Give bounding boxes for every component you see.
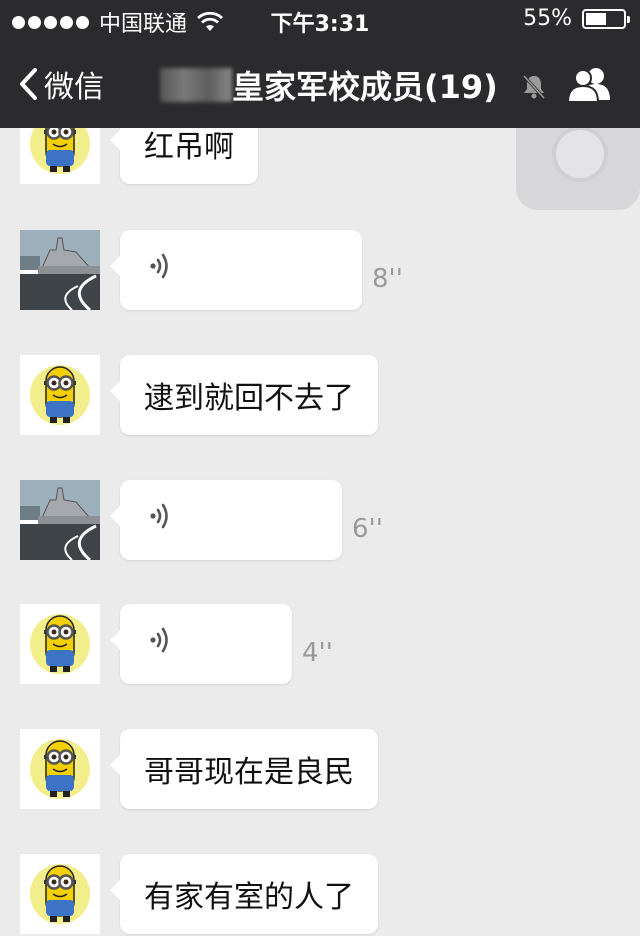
voice-message-bubble[interactable] <box>110 604 292 684</box>
chevron-left-icon <box>20 68 37 100</box>
voice-message-bubble[interactable] <box>110 480 342 560</box>
back-label: 微信 <box>44 70 104 105</box>
battery-status: 55% <box>523 6 630 31</box>
message-text: 红吊啊 <box>144 130 234 165</box>
nav-bar: 微信 皇家军校成员(19) <box>0 42 640 128</box>
voice-duration: 6'' <box>352 514 383 544</box>
avatar-minion[interactable] <box>20 854 100 934</box>
voice-duration: 8'' <box>372 264 403 294</box>
voice-wave-icon <box>148 501 174 539</box>
chat-header: 中国联通 下午3:31 55% 微信 皇家军校成员(19) <box>0 0 640 128</box>
back-button[interactable]: 微信 <box>18 62 104 106</box>
avatar-minion[interactable] <box>20 604 100 684</box>
mute-bell-icon <box>522 74 546 100</box>
battery-icon <box>582 8 630 29</box>
status-bar: 中国联通 下午3:31 55% <box>0 0 640 40</box>
avatar-warship[interactable] <box>20 230 100 310</box>
voice-wave-icon <box>148 251 174 289</box>
text-message-bubble[interactable]: 有家有室的人了 <box>110 854 378 934</box>
avatar-warship[interactable] <box>20 480 100 560</box>
avatar-minion[interactable] <box>20 355 100 435</box>
text-message-bubble[interactable]: 哥哥现在是良民 <box>110 729 378 809</box>
battery-fill <box>586 12 606 25</box>
chat-title: 皇家军校成员(19) <box>232 68 498 106</box>
text-message-bubble[interactable]: 逮到就回不去了 <box>110 355 378 435</box>
group-members-icon[interactable] <box>566 66 614 104</box>
battery-percent: 55% <box>523 6 572 31</box>
voice-wave-icon <box>148 625 174 663</box>
voice-message-bubble[interactable] <box>110 230 362 310</box>
assistive-ring <box>552 126 608 182</box>
message-text: 逮到就回不去了 <box>144 381 354 416</box>
message-text: 有家有室的人了 <box>144 880 354 915</box>
message-text: 哥哥现在是良民 <box>144 755 354 790</box>
voice-duration: 4'' <box>302 638 333 668</box>
avatar-minion[interactable] <box>20 729 100 809</box>
blurred-title-prefix <box>160 68 232 102</box>
